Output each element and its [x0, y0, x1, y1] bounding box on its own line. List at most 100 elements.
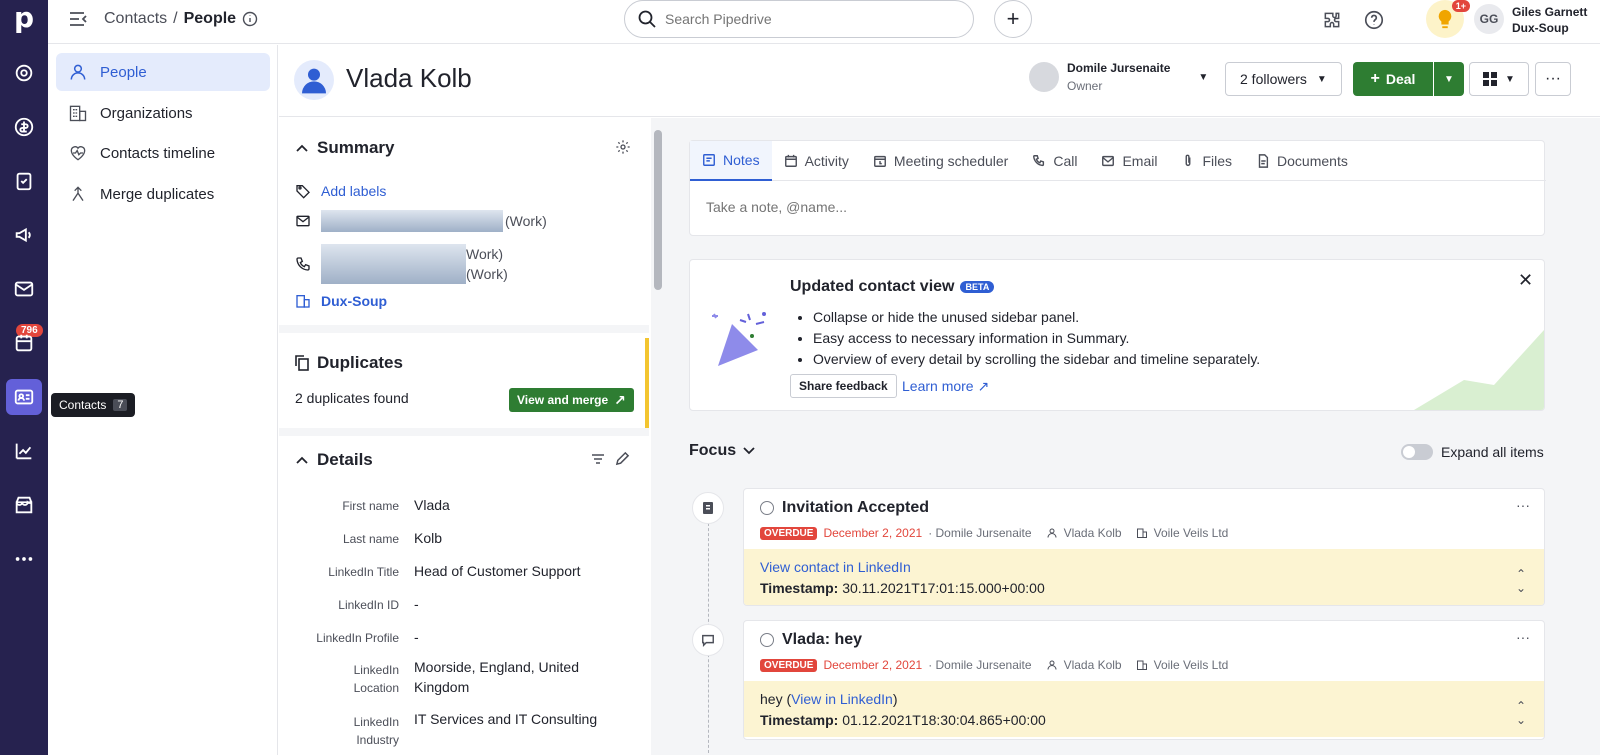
- pipedrive-logo[interactable]: p: [0, 0, 48, 38]
- rail-deals-icon[interactable]: [6, 109, 42, 145]
- note-input[interactable]: [706, 199, 1506, 215]
- person-name[interactable]: Vlada Kolb: [346, 63, 472, 94]
- tab-email[interactable]: Email: [1089, 141, 1169, 181]
- view-contact-linkedin-link[interactable]: View contact in LinkedIn: [760, 559, 911, 575]
- deal-dropdown-button[interactable]: ▼: [1434, 62, 1464, 96]
- ellipsis-icon[interactable]: ···: [1516, 629, 1530, 645]
- expand-chevron-icon[interactable]: ⌃ ⌄: [1516, 699, 1526, 727]
- rail-calendar-icon[interactable]: [6, 325, 42, 361]
- toggle-switch[interactable]: [1401, 444, 1433, 460]
- phone-icon: [296, 257, 310, 271]
- extensions-icon[interactable]: [1320, 8, 1344, 32]
- lightbulb-icon: [1438, 9, 1452, 29]
- learn-more-link[interactable]: Learn more ↗: [902, 378, 989, 395]
- expand-all-toggle[interactable]: Expand all items: [1401, 444, 1544, 460]
- ellipsis-icon[interactable]: ···: [1516, 497, 1530, 513]
- add-labels-row[interactable]: Add labels: [295, 183, 386, 199]
- field-value-first-name[interactable]: Vlada: [414, 495, 614, 515]
- building-icon: [1136, 660, 1147, 670]
- rail-campaigns-icon[interactable]: [6, 217, 42, 253]
- gear-icon[interactable]: [615, 139, 631, 155]
- rail-insights-icon[interactable]: [6, 433, 42, 469]
- nav-item-label: Contacts timeline: [100, 144, 216, 162]
- mark-done-checkbox[interactable]: [760, 501, 774, 515]
- nav-item-people[interactable]: People: [56, 53, 270, 91]
- beta-badge: BETA: [960, 281, 995, 293]
- collapse-menu-icon[interactable]: [68, 10, 88, 31]
- tab-files[interactable]: Files: [1169, 141, 1244, 181]
- ellipsis-icon: ···: [1545, 70, 1561, 87]
- nav-item-organizations[interactable]: Organizations: [56, 94, 270, 132]
- activity-person[interactable]: Vlada Kolb: [1064, 526, 1122, 540]
- rail-tasks-icon[interactable]: [6, 163, 42, 199]
- owner-role: Owner: [1067, 79, 1103, 93]
- details-header[interactable]: Details: [295, 450, 373, 470]
- search-box[interactable]: [624, 0, 974, 38]
- activity-person[interactable]: Vlada Kolb: [1064, 658, 1122, 672]
- user-info[interactable]: Giles Garnett Dux-Soup: [1512, 4, 1587, 36]
- email-value-redacted[interactable]: [321, 210, 503, 232]
- chevron-up-icon: [296, 144, 308, 152]
- person-sidebar: Summary Add labels (Work) Work) (Work) D…: [279, 118, 649, 755]
- help-icon[interactable]: [1362, 8, 1386, 32]
- rail-leads-icon[interactable]: [6, 55, 42, 91]
- nav-item-merge-duplicates[interactable]: Merge duplicates: [56, 175, 270, 213]
- person-header: Vlada Kolb Domile Jursenaite Owner ▼ 2 f…: [279, 45, 1600, 117]
- rail-more-icon[interactable]: [6, 541, 42, 577]
- organization-link[interactable]: Dux-Soup: [321, 293, 387, 309]
- quick-add-button[interactable]: +: [994, 0, 1032, 38]
- info-icon[interactable]: [242, 11, 258, 27]
- banner-bullet: Collapse or hide the unused sidebar pane…: [813, 307, 1260, 328]
- field-value-linkedin-title[interactable]: Head of Customer Support: [414, 561, 614, 581]
- filter-icon[interactable]: [591, 452, 605, 466]
- nav-item-contacts-timeline[interactable]: Contacts timeline: [56, 134, 270, 172]
- phone-value-redacted[interactable]: [321, 244, 466, 284]
- field-value-linkedin-location[interactable]: Moorside, England, United Kingdom: [414, 657, 604, 697]
- tab-call[interactable]: Call: [1020, 141, 1089, 181]
- summary-header[interactable]: Summary: [295, 138, 394, 158]
- tab-label: Activity: [804, 153, 849, 169]
- growth-bulb-button[interactable]: 1+: [1426, 0, 1470, 38]
- user-avatar[interactable]: GG: [1474, 4, 1504, 34]
- view-in-linkedin-link[interactable]: View in LinkedIn: [791, 691, 893, 707]
- duplicates-found-text: 2 duplicates found: [295, 390, 409, 406]
- pencil-icon[interactable]: [615, 451, 630, 466]
- phone-type-2: (Work): [466, 266, 508, 282]
- tab-meeting-scheduler[interactable]: Meeting scheduler: [861, 141, 1020, 181]
- field-value-linkedin-industry[interactable]: IT Services and IT Consulting: [414, 709, 614, 729]
- tab-label: Call: [1053, 153, 1078, 169]
- activity-org[interactable]: Voile Veils Ltd: [1154, 526, 1229, 540]
- owner-avatar: [1029, 62, 1059, 92]
- tab-notes[interactable]: Notes: [690, 141, 772, 181]
- followers-button[interactable]: 2 followers ▼: [1225, 62, 1342, 96]
- activity-card[interactable]: Invitation Accepted ··· OVERDUE December…: [743, 488, 1545, 606]
- activity-org[interactable]: Voile Veils Ltd: [1154, 658, 1229, 672]
- add-deal-button[interactable]: + Deal: [1353, 62, 1433, 96]
- activity-title: Vlada: hey: [760, 631, 862, 649]
- mark-done-checkbox[interactable]: [760, 633, 774, 647]
- search-input[interactable]: [665, 11, 935, 27]
- layout-button[interactable]: ▼: [1469, 62, 1529, 96]
- add-labels-link[interactable]: Add labels: [321, 183, 386, 199]
- sidebar-scrollbar[interactable]: [651, 118, 665, 755]
- owner-selector[interactable]: Domile Jursenaite Owner ▼: [1029, 61, 1208, 93]
- view-and-merge-button[interactable]: View and merge ↗: [509, 388, 634, 412]
- rail-mail-icon[interactable]: [6, 271, 42, 307]
- scrollbar-thumb[interactable]: [654, 130, 662, 290]
- breadcrumb-contacts[interactable]: Contacts: [104, 10, 167, 28]
- field-value-linkedin-profile[interactable]: -: [414, 627, 614, 647]
- tab-activity[interactable]: Activity: [772, 141, 861, 181]
- rail-contacts-icon[interactable]: [6, 379, 42, 415]
- more-actions-button[interactable]: ···: [1535, 62, 1571, 96]
- field-value-last-name[interactable]: Kolb: [414, 528, 614, 548]
- close-icon[interactable]: ✕: [1518, 270, 1533, 291]
- expand-chevron-icon[interactable]: ⌃ ⌄: [1516, 567, 1526, 595]
- field-value-linkedin-id[interactable]: -: [414, 594, 614, 614]
- rail-products-icon[interactable]: [6, 487, 42, 523]
- activity-card[interactable]: Vlada: hey ··· OVERDUE December 2, 2021 …: [743, 620, 1545, 740]
- activity-title: Invitation Accepted: [760, 499, 929, 517]
- share-feedback-button[interactable]: Share feedback: [790, 374, 897, 398]
- focus-dropdown[interactable]: Focus: [689, 442, 756, 460]
- tab-documents[interactable]: Documents: [1244, 141, 1360, 181]
- field-label-linkedin-id: LinkedIn ID: [338, 598, 399, 612]
